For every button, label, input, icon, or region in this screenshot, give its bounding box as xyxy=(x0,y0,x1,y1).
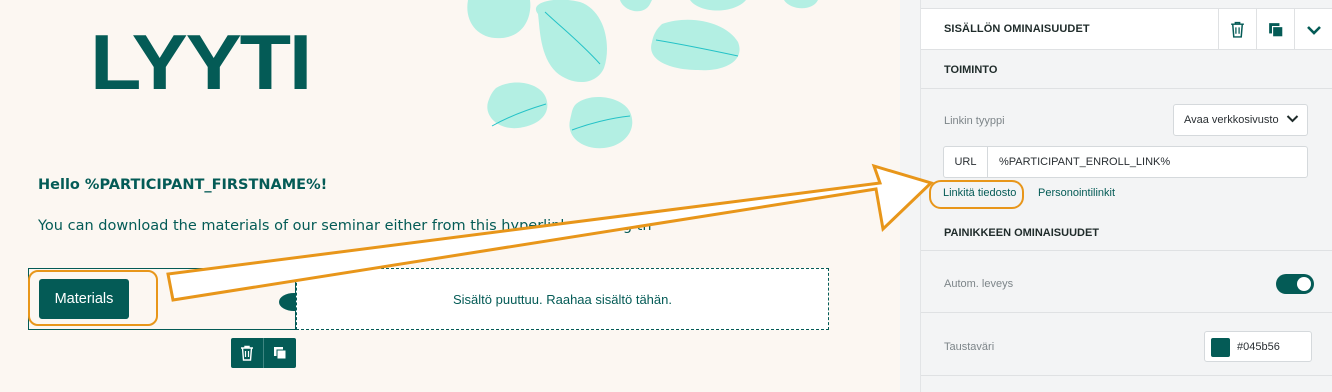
delete-button[interactable] xyxy=(1218,9,1256,50)
lyyti-logo: LYYTI xyxy=(90,18,312,106)
link-type-select[interactable]: Avaa verkkosivusto xyxy=(1173,104,1308,136)
panel-gutter xyxy=(900,0,920,392)
url-label: URL xyxy=(944,147,988,177)
copy-icon xyxy=(1268,22,1283,37)
divider xyxy=(921,375,1332,376)
link-type-label: Linkin tyyppi xyxy=(944,115,1005,127)
properties-panel: SISÄLLÖN OMINAISUUDET TOIMINTO Linkin ty… xyxy=(920,0,1332,392)
trash-icon xyxy=(1231,21,1244,38)
divider xyxy=(921,250,1332,251)
chevron-down-icon xyxy=(1286,115,1299,123)
divider xyxy=(921,312,1332,313)
block-toolbar xyxy=(231,338,296,368)
intro-paragraph[interactable]: You can download the materials of our se… xyxy=(38,218,652,234)
url-input[interactable]: %PARTICIPANT_ENROLL_LINK% xyxy=(999,156,1170,168)
link-type-value: Avaa verkkosivusto xyxy=(1184,114,1279,126)
greeting-heading[interactable]: Hello %PARTICIPANT_FIRSTNAME%! xyxy=(38,177,327,193)
email-canvas[interactable]: LYYTI Hello %PARTICIPANT_FIRSTNAME%! You… xyxy=(0,0,900,392)
button-section-title: PAINIKKEEN OMINAISUUDET xyxy=(944,227,1100,239)
toggle-knob xyxy=(1297,277,1311,291)
bg-color-label: Taustaväri xyxy=(944,341,995,353)
annotation-highlight-materials xyxy=(28,270,158,326)
color-value: #045b56 xyxy=(1237,341,1280,353)
personal-links-link[interactable]: Personointilinkit xyxy=(1038,187,1115,199)
bg-color-input[interactable]: #045b56 xyxy=(1204,331,1312,362)
color-swatch[interactable] xyxy=(1211,338,1230,357)
auto-width-label: Autom. leveys xyxy=(944,278,1014,290)
auto-width-toggle[interactable] xyxy=(1276,274,1314,294)
panel-header: SISÄLLÖN OMINAISUUDET xyxy=(921,8,1332,50)
divider xyxy=(921,88,1332,89)
chevron-down-icon xyxy=(1306,25,1321,35)
copy-icon[interactable] xyxy=(263,338,295,368)
action-section-title: TOIMINTO xyxy=(944,64,998,76)
empty-content-block[interactable]: Sisältö puuttuu. Raahaa sisältö tähän. xyxy=(296,268,829,330)
annotation-highlight-link-file xyxy=(929,180,1024,209)
panel-title: SISÄLLÖN OMINAISUUDET xyxy=(944,23,1090,35)
duplicate-button[interactable] xyxy=(1256,9,1294,50)
trash-icon[interactable] xyxy=(231,338,263,368)
empty-block-text: Sisältö puuttuu. Raahaa sisältö tähän. xyxy=(453,291,672,307)
url-field[interactable]: URL %PARTICIPANT_ENROLL_LINK% xyxy=(943,146,1308,178)
collapse-button[interactable] xyxy=(1294,9,1332,50)
